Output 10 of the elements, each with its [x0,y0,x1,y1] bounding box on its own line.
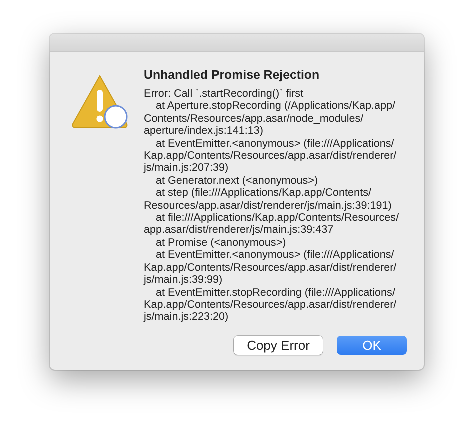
stack-trace-line: at Generator.next (<anonymous>) [155,174,320,188]
stack-trace-line: at EventEmitter.<anonymous> (file:///Applications/ Kap.app/Contents/Resources/app.asar/dist/renderer/ js/main.js:39:99) [144,249,398,286]
stack-trace-line: at EventEmitter.<anonymous> (file:///Applications/ Kap.app/Contents/Resources/app.asar/dist/renderer/ js/main.js:207:39) [144,138,398,175]
dialog-title: Unhandled Promise Rejection [144,67,321,83]
copy-error-button[interactable]: Copy Error [234,336,323,355]
stack-trace-line: at Aperture.stopRecording (/Applications/Kap.app/ Contents/Resources/app.asar/node_modules/ aperture/index.js:141:13) [144,100,396,138]
stack-trace-line: at EventEmitter.stopRecording (file:///Applications/ Kap.app/Contents/Resources/app.asar/dist/renderer/ js/main.js:223:20) [144,286,398,324]
error-message: Error: Call `.startRecording()` first [144,88,305,100]
stack-trace-line: at step (file:///Applications/Kap.app/Contents/ Resources/app.asar/dist/renderer/js/main.js:39:191) [144,187,393,212]
stack-trace-line: at Promise (<anonymous>) [155,236,288,250]
